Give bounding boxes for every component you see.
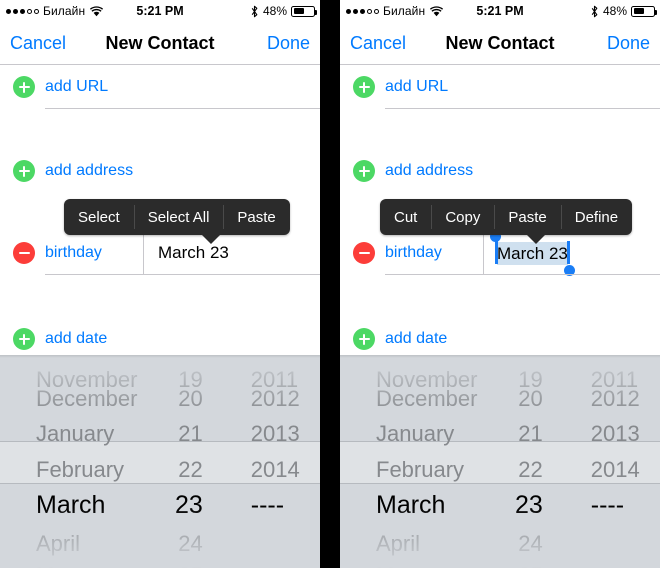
picker-item[interactable]: May bbox=[340, 555, 490, 568]
plus-icon[interactable] bbox=[353, 160, 375, 182]
row-separator bbox=[45, 108, 320, 109]
picker-item-selected[interactable]: March bbox=[340, 485, 490, 526]
minus-icon[interactable] bbox=[13, 242, 35, 264]
selected-text[interactable]: March 23 bbox=[489, 230, 576, 276]
plus-icon[interactable] bbox=[13, 76, 35, 98]
picker-item[interactable]: 2014 bbox=[561, 449, 660, 490]
bluetooth-icon bbox=[590, 5, 599, 18]
picker-item[interactable]: 2013 bbox=[221, 413, 320, 454]
battery-icon bbox=[631, 5, 657, 17]
plus-icon[interactable] bbox=[13, 160, 35, 182]
menu-item-select-all[interactable]: Select All bbox=[133, 199, 224, 235]
picker-item[interactable]: 25 bbox=[490, 555, 560, 568]
plus-icon[interactable] bbox=[353, 328, 375, 350]
picker-item[interactable]: 22 bbox=[490, 449, 560, 490]
picker-item[interactable]: February bbox=[0, 449, 150, 490]
picker-item-selected[interactable]: ---- bbox=[561, 485, 660, 526]
picker-item[interactable]: January bbox=[0, 413, 150, 454]
picker-item[interactable]: 21 bbox=[490, 413, 560, 454]
add-address-label: add address bbox=[385, 162, 474, 179]
menu-arrow bbox=[202, 235, 220, 244]
selection-caret-start bbox=[495, 240, 498, 264]
add-date-label: add date bbox=[385, 330, 448, 347]
row-separator bbox=[45, 274, 320, 275]
field-divider bbox=[483, 231, 484, 275]
add-address-row[interactable]: add address bbox=[340, 149, 660, 193]
form-spacer bbox=[0, 109, 320, 149]
picker-column-year[interactable]: 2011 2012 2013 2014 ---- bbox=[221, 355, 320, 568]
status-bar-right: 48% bbox=[590, 0, 657, 22]
field-divider bbox=[143, 231, 144, 275]
date-picker[interactable]: November December January February March… bbox=[0, 355, 320, 568]
battery-icon bbox=[291, 5, 317, 17]
picker-column-month[interactable]: November December January February March… bbox=[0, 355, 150, 568]
picker-item[interactable]: 21 bbox=[150, 413, 220, 454]
done-button[interactable]: Done bbox=[607, 22, 650, 64]
menu-item-select[interactable]: Select bbox=[64, 199, 134, 235]
add-url-row[interactable]: add URL bbox=[340, 65, 660, 109]
picker-item[interactable]: 22 bbox=[150, 449, 220, 490]
menu-item-copy[interactable]: Copy bbox=[431, 199, 494, 235]
picker-column-day[interactable]: 19 20 21 22 23 24 25 26 bbox=[490, 355, 560, 568]
picker-item[interactable]: May bbox=[0, 555, 150, 568]
row-separator bbox=[385, 274, 660, 275]
menu-item-paste[interactable]: Paste bbox=[223, 199, 289, 235]
picker-item-selected[interactable]: March bbox=[0, 485, 150, 526]
birthday-row[interactable]: birthday March 23 bbox=[0, 231, 320, 275]
bluetooth-icon bbox=[250, 5, 259, 18]
add-url-row[interactable]: add URL bbox=[0, 65, 320, 109]
edit-menu[interactable]: Select Select All Paste bbox=[64, 199, 290, 244]
navigation-bar: Cancel New Contact Done bbox=[0, 22, 320, 65]
form-spacer bbox=[340, 109, 660, 149]
add-url-label: add URL bbox=[385, 78, 449, 95]
picker-item[interactable]: February bbox=[340, 449, 490, 490]
screenshot-stage: Билайн 5:21 PM 48% Cancel New Contact Do… bbox=[0, 0, 660, 568]
plus-icon[interactable] bbox=[353, 76, 375, 98]
menu-arrow bbox=[527, 235, 545, 244]
menu-item-cut[interactable]: Cut bbox=[380, 199, 431, 235]
plus-icon[interactable] bbox=[13, 328, 35, 350]
birthday-row[interactable]: birthday March 23 bbox=[340, 230, 660, 276]
birthday-value[interactable]: March 23 bbox=[158, 243, 229, 263]
add-address-label: add address bbox=[45, 162, 134, 179]
left-screen-panel: Билайн 5:21 PM 48% Cancel New Contact Do… bbox=[0, 0, 320, 568]
date-picker[interactable]: November December January February March… bbox=[340, 355, 660, 568]
edit-menu[interactable]: Cut Copy Paste Define bbox=[380, 199, 633, 244]
status-bar: Билайн 5:21 PM 48% bbox=[0, 0, 320, 22]
add-address-row[interactable]: add address bbox=[0, 149, 320, 193]
right-screen-panel: Билайн 5:21 PM 48% Cancel New Contact Do… bbox=[340, 0, 660, 568]
add-date-label: add date bbox=[45, 330, 108, 347]
battery-percent-label: 48% bbox=[262, 4, 287, 18]
picker-column-year[interactable]: 2011 2012 2013 2014 ---- bbox=[561, 355, 660, 568]
row-separator bbox=[385, 108, 660, 109]
picker-item[interactable]: 25 bbox=[150, 555, 220, 568]
add-url-label: add URL bbox=[45, 78, 109, 95]
battery-percent-label: 48% bbox=[602, 4, 627, 18]
picker-column-month[interactable]: November December January February March… bbox=[340, 355, 490, 568]
picker-item[interactable]: January bbox=[340, 413, 490, 454]
menu-item-define[interactable]: Define bbox=[560, 199, 632, 235]
picker-item-selected[interactable]: 23 bbox=[490, 485, 560, 526]
minus-icon[interactable] bbox=[353, 242, 375, 264]
birthday-label: birthday bbox=[385, 244, 442, 261]
picker-item-selected[interactable]: 23 bbox=[150, 485, 220, 526]
picker-item[interactable]: 2014 bbox=[221, 449, 320, 490]
status-bar-right: 48% bbox=[250, 0, 317, 22]
status-bar: Билайн 5:21 PM 48% bbox=[340, 0, 660, 22]
menu-item-paste[interactable]: Paste bbox=[494, 199, 560, 235]
birthday-value-selected[interactable]: March 23 bbox=[489, 230, 576, 276]
selection-caret-end bbox=[567, 240, 570, 264]
birthday-label: birthday bbox=[45, 244, 102, 261]
done-button[interactable]: Done bbox=[267, 22, 310, 64]
picker-item[interactable]: 2013 bbox=[561, 413, 660, 454]
picker-column-day[interactable]: 19 20 21 22 23 24 25 26 bbox=[150, 355, 220, 568]
picker-item-selected[interactable]: ---- bbox=[221, 485, 320, 526]
navigation-bar: Cancel New Contact Done bbox=[340, 22, 660, 65]
